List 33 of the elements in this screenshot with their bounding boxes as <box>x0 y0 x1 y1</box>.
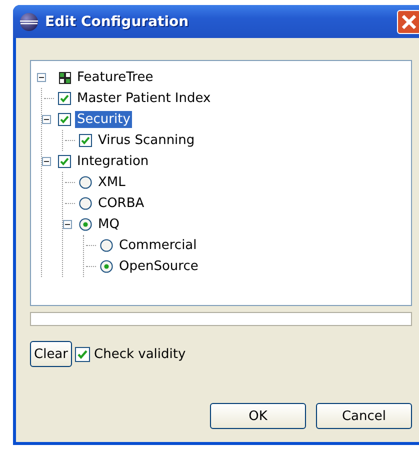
radio-button[interactable] <box>100 239 113 252</box>
radio-button[interactable] <box>79 176 92 189</box>
radio-button[interactable] <box>79 197 92 210</box>
grid-icon <box>59 72 71 84</box>
globe-icon <box>19 12 39 32</box>
text-field[interactable] <box>30 312 412 326</box>
collapse-icon[interactable] <box>42 157 51 166</box>
checkbox[interactable] <box>75 346 90 362</box>
radio-button[interactable] <box>79 218 92 231</box>
collapse-icon[interactable] <box>37 73 46 82</box>
checkbox[interactable] <box>58 155 71 168</box>
tree-item[interactable]: Virus Scanning <box>96 132 197 149</box>
checkbox[interactable] <box>79 134 92 147</box>
tree-item[interactable]: Security <box>75 111 132 128</box>
tree-item[interactable]: FeatureTree <box>75 69 156 86</box>
checkbox[interactable] <box>58 92 71 105</box>
window-title: Edit Configuration <box>45 14 190 30</box>
radio-button[interactable] <box>100 260 113 273</box>
dialog-button[interactable]: OK <box>210 403 306 429</box>
tree-item[interactable]: Commercial <box>117 237 199 254</box>
clear-button[interactable]: Clear <box>30 341 72 367</box>
tree-item[interactable]: OpenSource <box>117 258 200 275</box>
collapse-icon[interactable] <box>63 220 72 229</box>
tree-item[interactable]: Integration <box>75 153 151 170</box>
tree-item[interactable]: CORBA <box>96 195 146 212</box>
dialog-button[interactable]: Cancel <box>316 403 412 429</box>
checkbox[interactable] <box>58 113 71 126</box>
tree-item[interactable]: XML <box>96 174 128 191</box>
collapse-icon[interactable] <box>42 115 51 124</box>
tree-item[interactable]: Master Patient Index <box>75 90 213 107</box>
tree-item[interactable]: MQ <box>96 216 122 233</box>
checkbox-label: Check validity <box>94 346 186 362</box>
close-button[interactable] <box>397 10 419 34</box>
